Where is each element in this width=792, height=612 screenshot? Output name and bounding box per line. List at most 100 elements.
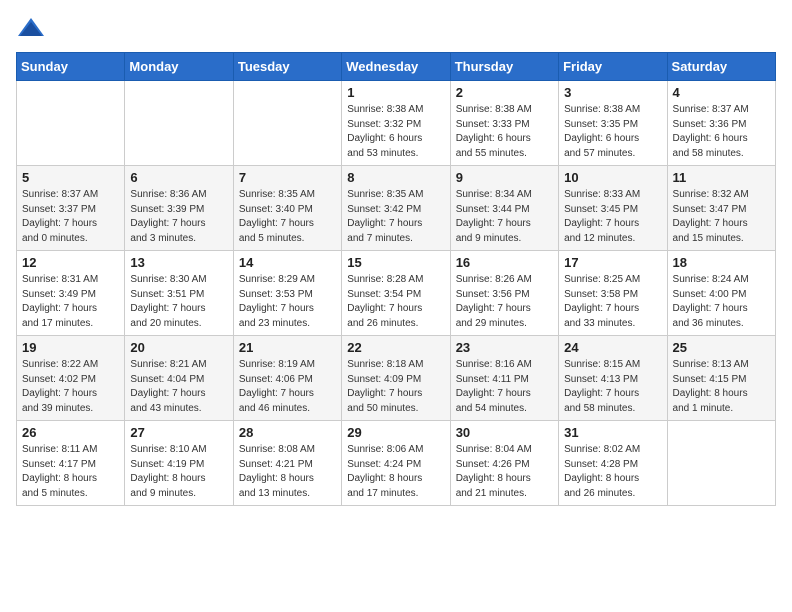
day-info: Sunrise: 8:11 AM Sunset: 4:17 PM Dayligh… <box>22 443 119 501</box>
calendar-table: SundayMondayTuesdayWednesdayThursdayFrid… <box>16 52 776 506</box>
day-number: 1 <box>347 85 444 100</box>
day-number: 11 <box>673 170 770 185</box>
calendar-cell: 17 Sunrise: 8:25 AM Sunset: 3:58 PM Dayli… <box>559 251 667 336</box>
calendar-cell: 8Sunrise: 8:35 AM Sunset: 3:42 PM Daylig… <box>342 166 450 251</box>
calendar-cell <box>667 421 775 506</box>
day-info: Sunrise: 8:33 AM Sunset: 3:45 PM Dayligh… <box>564 188 661 246</box>
calendar-cell: 31 Sunrise: 8:02 AM Sunset: 4:28 PM Dayli… <box>559 421 667 506</box>
day-number: 27 <box>130 425 227 440</box>
day-info: Sunrise: 8:02 AM Sunset: 4:28 PM Dayligh… <box>564 443 661 501</box>
calendar-week-3: 12Sunrise: 8:31 AM Sunset: 3:49 PM Dayli… <box>17 251 776 336</box>
calendar-cell: 19 Sunrise: 8:22 AM Sunset: 4:02 PM Dayli… <box>17 336 125 421</box>
day-number: 20 <box>130 340 227 355</box>
page-header <box>16 16 776 40</box>
header-row: SundayMondayTuesdayWednesdayThursdayFrid… <box>17 53 776 81</box>
day-number: 28 <box>239 425 336 440</box>
day-info: Sunrise: 8:26 AM Sunset: 3:56 PM Dayligh… <box>456 273 553 331</box>
day-info: Sunrise: 8:38 AM Sunset: 3:33 PM Dayligh… <box>456 103 553 161</box>
day-info: Sunrise: 8:18 AM Sunset: 4:09 PM Dayligh… <box>347 358 444 416</box>
day-number: 12 <box>22 255 119 270</box>
day-info: Sunrise: 8:32 AM Sunset: 3:47 PM Dayligh… <box>673 188 770 246</box>
day-info: Sunrise: 8:04 AM Sunset: 4:26 PM Dayligh… <box>456 443 553 501</box>
day-info: Sunrise: 8:25 AM Sunset: 3:58 PM Dayligh… <box>564 273 661 331</box>
day-number: 31 <box>564 425 661 440</box>
column-header-wednesday: Wednesday <box>342 53 450 81</box>
calendar-cell: 20 Sunrise: 8:21 AM Sunset: 4:04 PM Dayli… <box>125 336 233 421</box>
calendar-cell: 9Sunrise: 8:34 AM Sunset: 3:44 PM Daylig… <box>450 166 558 251</box>
day-info: Sunrise: 8:19 AM Sunset: 4:06 PM Dayligh… <box>239 358 336 416</box>
day-info: Sunrise: 8:24 AM Sunset: 4:00 PM Dayligh… <box>673 273 770 331</box>
day-number: 9 <box>456 170 553 185</box>
day-number: 6 <box>130 170 227 185</box>
day-number: 26 <box>22 425 119 440</box>
day-number: 23 <box>456 340 553 355</box>
day-number: 29 <box>347 425 444 440</box>
calendar-week-1: 1 Sunrise: 8:38 AM Sunset: 3:32 PM Daylig… <box>17 81 776 166</box>
day-number: 19 <box>22 340 119 355</box>
logo <box>16 16 50 40</box>
column-header-sunday: Sunday <box>17 53 125 81</box>
day-number: 14 <box>239 255 336 270</box>
calendar-cell: 7Sunrise: 8:35 AM Sunset: 3:40 PM Daylig… <box>233 166 341 251</box>
column-header-friday: Friday <box>559 53 667 81</box>
calendar-cell: 12Sunrise: 8:31 AM Sunset: 3:49 PM Dayli… <box>17 251 125 336</box>
logo-icon <box>16 16 46 40</box>
day-info: Sunrise: 8:08 AM Sunset: 4:21 PM Dayligh… <box>239 443 336 501</box>
day-info: Sunrise: 8:21 AM Sunset: 4:04 PM Dayligh… <box>130 358 227 416</box>
calendar-cell: 6 Sunrise: 8:36 AM Sunset: 3:39 PM Daylig… <box>125 166 233 251</box>
column-header-thursday: Thursday <box>450 53 558 81</box>
day-info: Sunrise: 8:37 AM Sunset: 3:37 PM Dayligh… <box>22 188 119 246</box>
day-number: 30 <box>456 425 553 440</box>
calendar-cell: 25 Sunrise: 8:13 AM Sunset: 4:15 PM Dayli… <box>667 336 775 421</box>
day-number: 3 <box>564 85 661 100</box>
calendar-cell <box>125 81 233 166</box>
day-number: 15 <box>347 255 444 270</box>
day-info: Sunrise: 8:22 AM Sunset: 4:02 PM Dayligh… <box>22 358 119 416</box>
day-number: 16 <box>456 255 553 270</box>
day-number: 7 <box>239 170 336 185</box>
calendar-cell: 11 Sunrise: 8:32 AM Sunset: 3:47 PM Dayli… <box>667 166 775 251</box>
calendar-cell: 30 Sunrise: 8:04 AM Sunset: 4:26 PM Dayli… <box>450 421 558 506</box>
calendar-cell: 28 Sunrise: 8:08 AM Sunset: 4:21 PM Dayli… <box>233 421 341 506</box>
calendar-week-2: 5 Sunrise: 8:37 AM Sunset: 3:37 PM Daylig… <box>17 166 776 251</box>
day-number: 21 <box>239 340 336 355</box>
day-number: 8 <box>347 170 444 185</box>
calendar-cell: 29 Sunrise: 8:06 AM Sunset: 4:24 PM Dayli… <box>342 421 450 506</box>
calendar-cell: 23 Sunrise: 8:16 AM Sunset: 4:11 PM Dayli… <box>450 336 558 421</box>
calendar-cell: 26 Sunrise: 8:11 AM Sunset: 4:17 PM Dayli… <box>17 421 125 506</box>
day-info: Sunrise: 8:13 AM Sunset: 4:15 PM Dayligh… <box>673 358 770 416</box>
day-info: Sunrise: 8:29 AM Sunset: 3:53 PM Dayligh… <box>239 273 336 331</box>
calendar-cell: 15 Sunrise: 8:28 AM Sunset: 3:54 PM Dayli… <box>342 251 450 336</box>
day-info: Sunrise: 8:37 AM Sunset: 3:36 PM Dayligh… <box>673 103 770 161</box>
day-number: 17 <box>564 255 661 270</box>
day-number: 24 <box>564 340 661 355</box>
calendar-cell: 18 Sunrise: 8:24 AM Sunset: 4:00 PM Dayli… <box>667 251 775 336</box>
day-info: Sunrise: 8:06 AM Sunset: 4:24 PM Dayligh… <box>347 443 444 501</box>
day-info: Sunrise: 8:36 AM Sunset: 3:39 PM Dayligh… <box>130 188 227 246</box>
day-number: 22 <box>347 340 444 355</box>
day-info: Sunrise: 8:38 AM Sunset: 3:32 PM Dayligh… <box>347 103 444 161</box>
calendar-cell: 2 Sunrise: 8:38 AM Sunset: 3:33 PM Daylig… <box>450 81 558 166</box>
calendar-cell: 22 Sunrise: 8:18 AM Sunset: 4:09 PM Dayli… <box>342 336 450 421</box>
calendar-cell: 16 Sunrise: 8:26 AM Sunset: 3:56 PM Dayli… <box>450 251 558 336</box>
day-info: Sunrise: 8:10 AM Sunset: 4:19 PM Dayligh… <box>130 443 227 501</box>
column-header-monday: Monday <box>125 53 233 81</box>
calendar-cell: 24Sunrise: 8:15 AM Sunset: 4:13 PM Dayli… <box>559 336 667 421</box>
day-number: 5 <box>22 170 119 185</box>
calendar-cell: 27 Sunrise: 8:10 AM Sunset: 4:19 PM Dayli… <box>125 421 233 506</box>
calendar-cell: 10 Sunrise: 8:33 AM Sunset: 3:45 PM Dayli… <box>559 166 667 251</box>
calendar-cell <box>233 81 341 166</box>
day-info: Sunrise: 8:30 AM Sunset: 3:51 PM Dayligh… <box>130 273 227 331</box>
calendar-cell <box>17 81 125 166</box>
day-number: 2 <box>456 85 553 100</box>
column-header-tuesday: Tuesday <box>233 53 341 81</box>
day-number: 25 <box>673 340 770 355</box>
calendar-body: 1 Sunrise: 8:38 AM Sunset: 3:32 PM Daylig… <box>17 81 776 506</box>
day-info: Sunrise: 8:28 AM Sunset: 3:54 PM Dayligh… <box>347 273 444 331</box>
calendar-week-4: 19 Sunrise: 8:22 AM Sunset: 4:02 PM Dayli… <box>17 336 776 421</box>
day-number: 18 <box>673 255 770 270</box>
day-number: 10 <box>564 170 661 185</box>
calendar-cell: 14 Sunrise: 8:29 AM Sunset: 3:53 PM Dayli… <box>233 251 341 336</box>
day-info: Sunrise: 8:16 AM Sunset: 4:11 PM Dayligh… <box>456 358 553 416</box>
day-number: 13 <box>130 255 227 270</box>
